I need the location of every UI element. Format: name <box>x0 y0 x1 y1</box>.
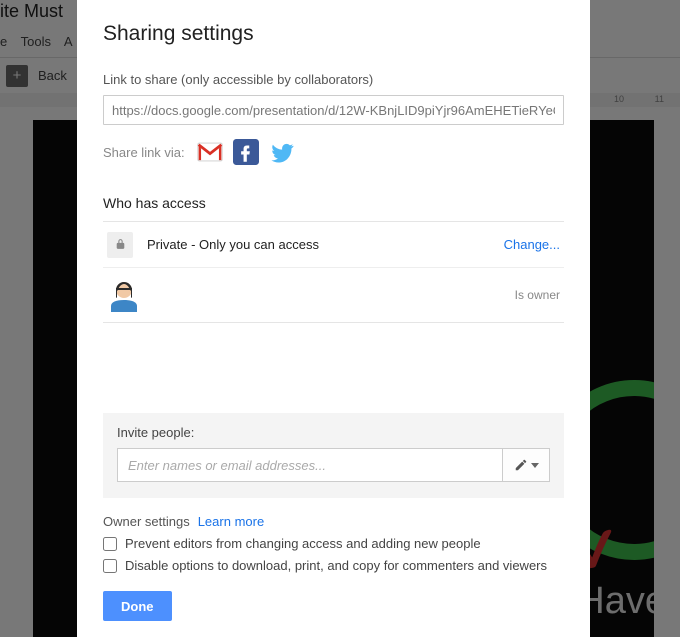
gmail-icon[interactable] <box>197 139 223 165</box>
link-to-share-label: Link to share (only accessible by collab… <box>103 72 564 87</box>
invite-people-section: Invite people: <box>103 413 564 498</box>
disable-download-label: Disable options to download, print, and … <box>125 558 547 573</box>
owner-settings-row: Owner settings Learn more <box>103 514 564 529</box>
permission-dropdown-button[interactable] <box>502 448 550 482</box>
owner-settings-label: Owner settings <box>103 514 190 529</box>
pencil-icon <box>514 458 528 472</box>
share-link-input[interactable] <box>103 95 564 125</box>
learn-more-link[interactable]: Learn more <box>198 514 264 529</box>
invite-people-input[interactable] <box>117 448 502 482</box>
prevent-editors-checkbox[interactable] <box>103 537 117 551</box>
sharing-settings-dialog: Sharing settings Link to share (only acc… <box>77 0 590 637</box>
twitter-icon[interactable] <box>269 139 295 165</box>
disable-download-checkbox[interactable] <box>103 559 117 573</box>
lock-icon <box>107 232 133 258</box>
privacy-row: Private - Only you can access Change... <box>103 222 564 268</box>
privacy-text: Private - Only you can access <box>147 237 490 252</box>
invite-label: Invite people: <box>117 425 550 440</box>
who-has-access-heading: Who has access <box>103 195 564 211</box>
disable-download-option[interactable]: Disable options to download, print, and … <box>103 558 564 573</box>
prevent-editors-option[interactable]: Prevent editors from changing access and… <box>103 536 564 551</box>
dialog-title: Sharing settings <box>103 22 564 46</box>
chevron-down-icon <box>531 463 539 468</box>
owner-avatar <box>107 278 141 312</box>
access-list: Private - Only you can access Change... … <box>103 221 564 323</box>
share-link-via-row: Share link via: <box>103 139 564 165</box>
owner-role-label: Is owner <box>515 288 560 302</box>
done-button[interactable]: Done <box>103 591 172 621</box>
owner-row: Is owner <box>103 268 564 322</box>
prevent-editors-label: Prevent editors from changing access and… <box>125 536 481 551</box>
facebook-icon[interactable] <box>233 139 259 165</box>
change-visibility-link[interactable]: Change... <box>504 237 560 252</box>
share-via-label: Share link via: <box>103 145 185 160</box>
